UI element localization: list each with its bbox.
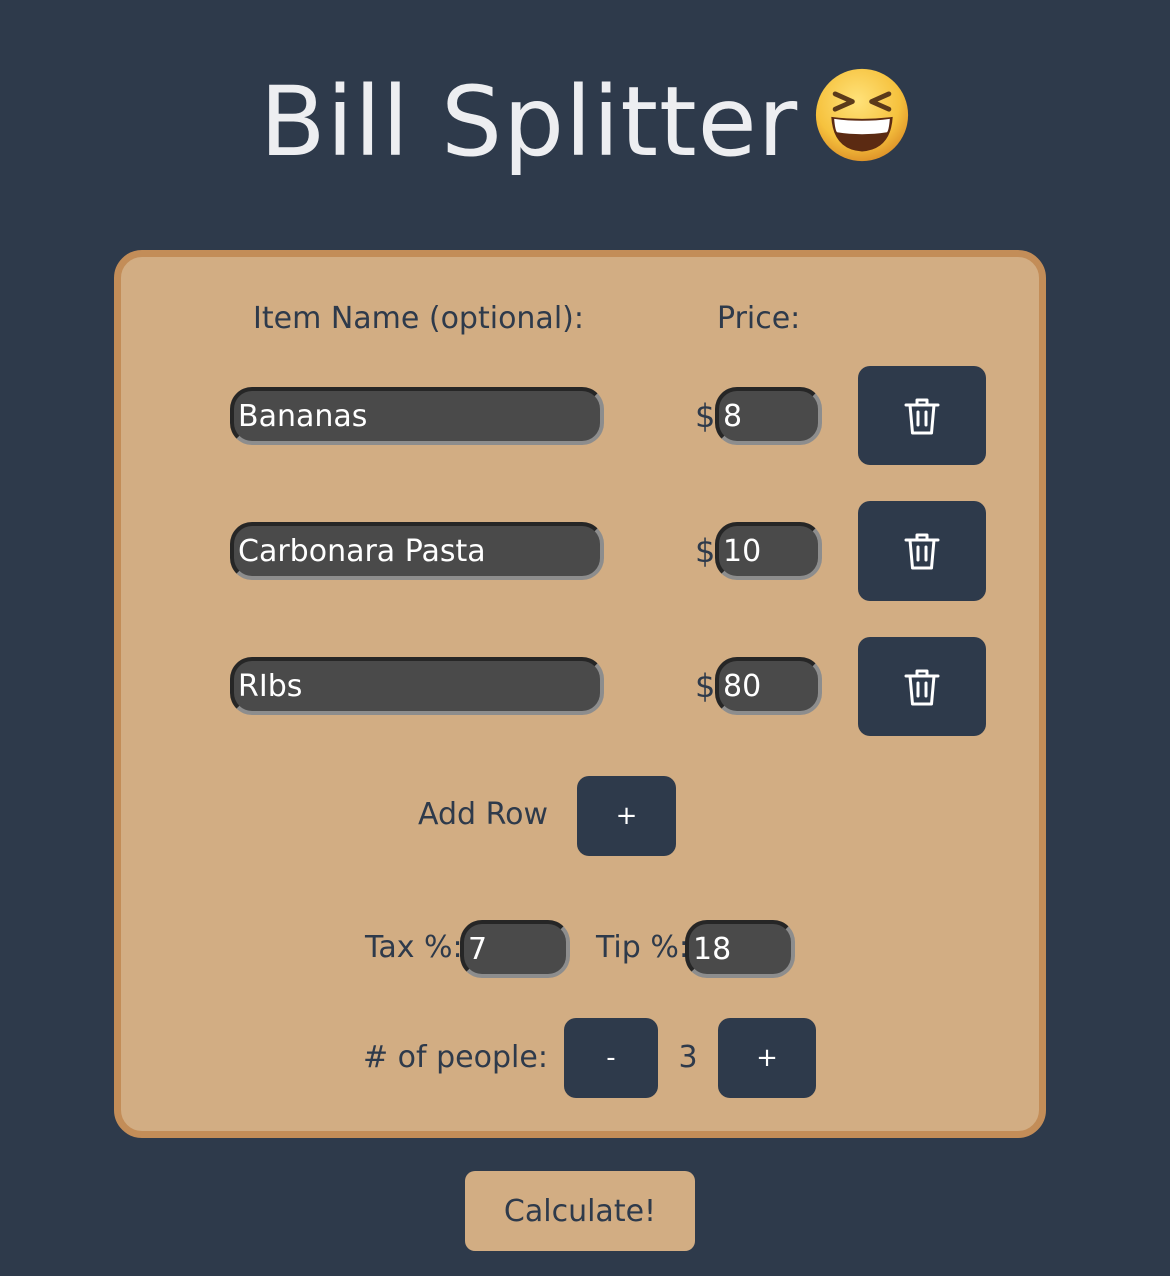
trash-icon (904, 669, 940, 705)
currency-symbol: $ (695, 397, 716, 435)
calculate-button[interactable]: Calculate! (465, 1171, 695, 1251)
increment-people-button[interactable]: + (718, 1018, 816, 1098)
item-price-input-2[interactable] (715, 522, 822, 580)
tip-label: Tip %: (596, 930, 689, 965)
delete-row-button-2[interactable] (858, 501, 986, 601)
tax-label: Tax %: (365, 930, 463, 965)
add-row-label: Add Row (418, 797, 549, 832)
page-title: Bill Splitter (0, 62, 1170, 182)
item-price-input-3[interactable] (715, 657, 822, 715)
add-row-button[interactable]: + (577, 776, 676, 856)
currency-symbol: $ (695, 667, 716, 705)
item-name-input-2[interactable] (230, 522, 604, 580)
trash-icon (904, 398, 940, 434)
tax-input[interactable] (460, 920, 570, 978)
trash-icon (904, 533, 940, 570)
page-title-text: Bill Splitter (259, 66, 799, 178)
currency-symbol: $ (695, 532, 716, 570)
people-label: # of people: (363, 1040, 548, 1075)
delete-row-button-3[interactable] (858, 637, 986, 736)
grinning-squinting-face-icon (816, 68, 909, 162)
item-name-input-1[interactable] (230, 387, 604, 445)
bill-card: Item Name (optional): Price: $ $ $ Add R… (114, 250, 1046, 1138)
decrement-people-button[interactable]: - (564, 1018, 658, 1098)
people-count: 3 (678, 1040, 698, 1075)
item-name-header: Item Name (optional): (253, 301, 584, 336)
price-header: Price: (717, 301, 801, 336)
item-name-input-3[interactable] (230, 657, 604, 715)
item-price-input-1[interactable] (715, 387, 822, 445)
tip-input[interactable] (685, 920, 795, 978)
delete-row-button-1[interactable] (858, 366, 986, 465)
